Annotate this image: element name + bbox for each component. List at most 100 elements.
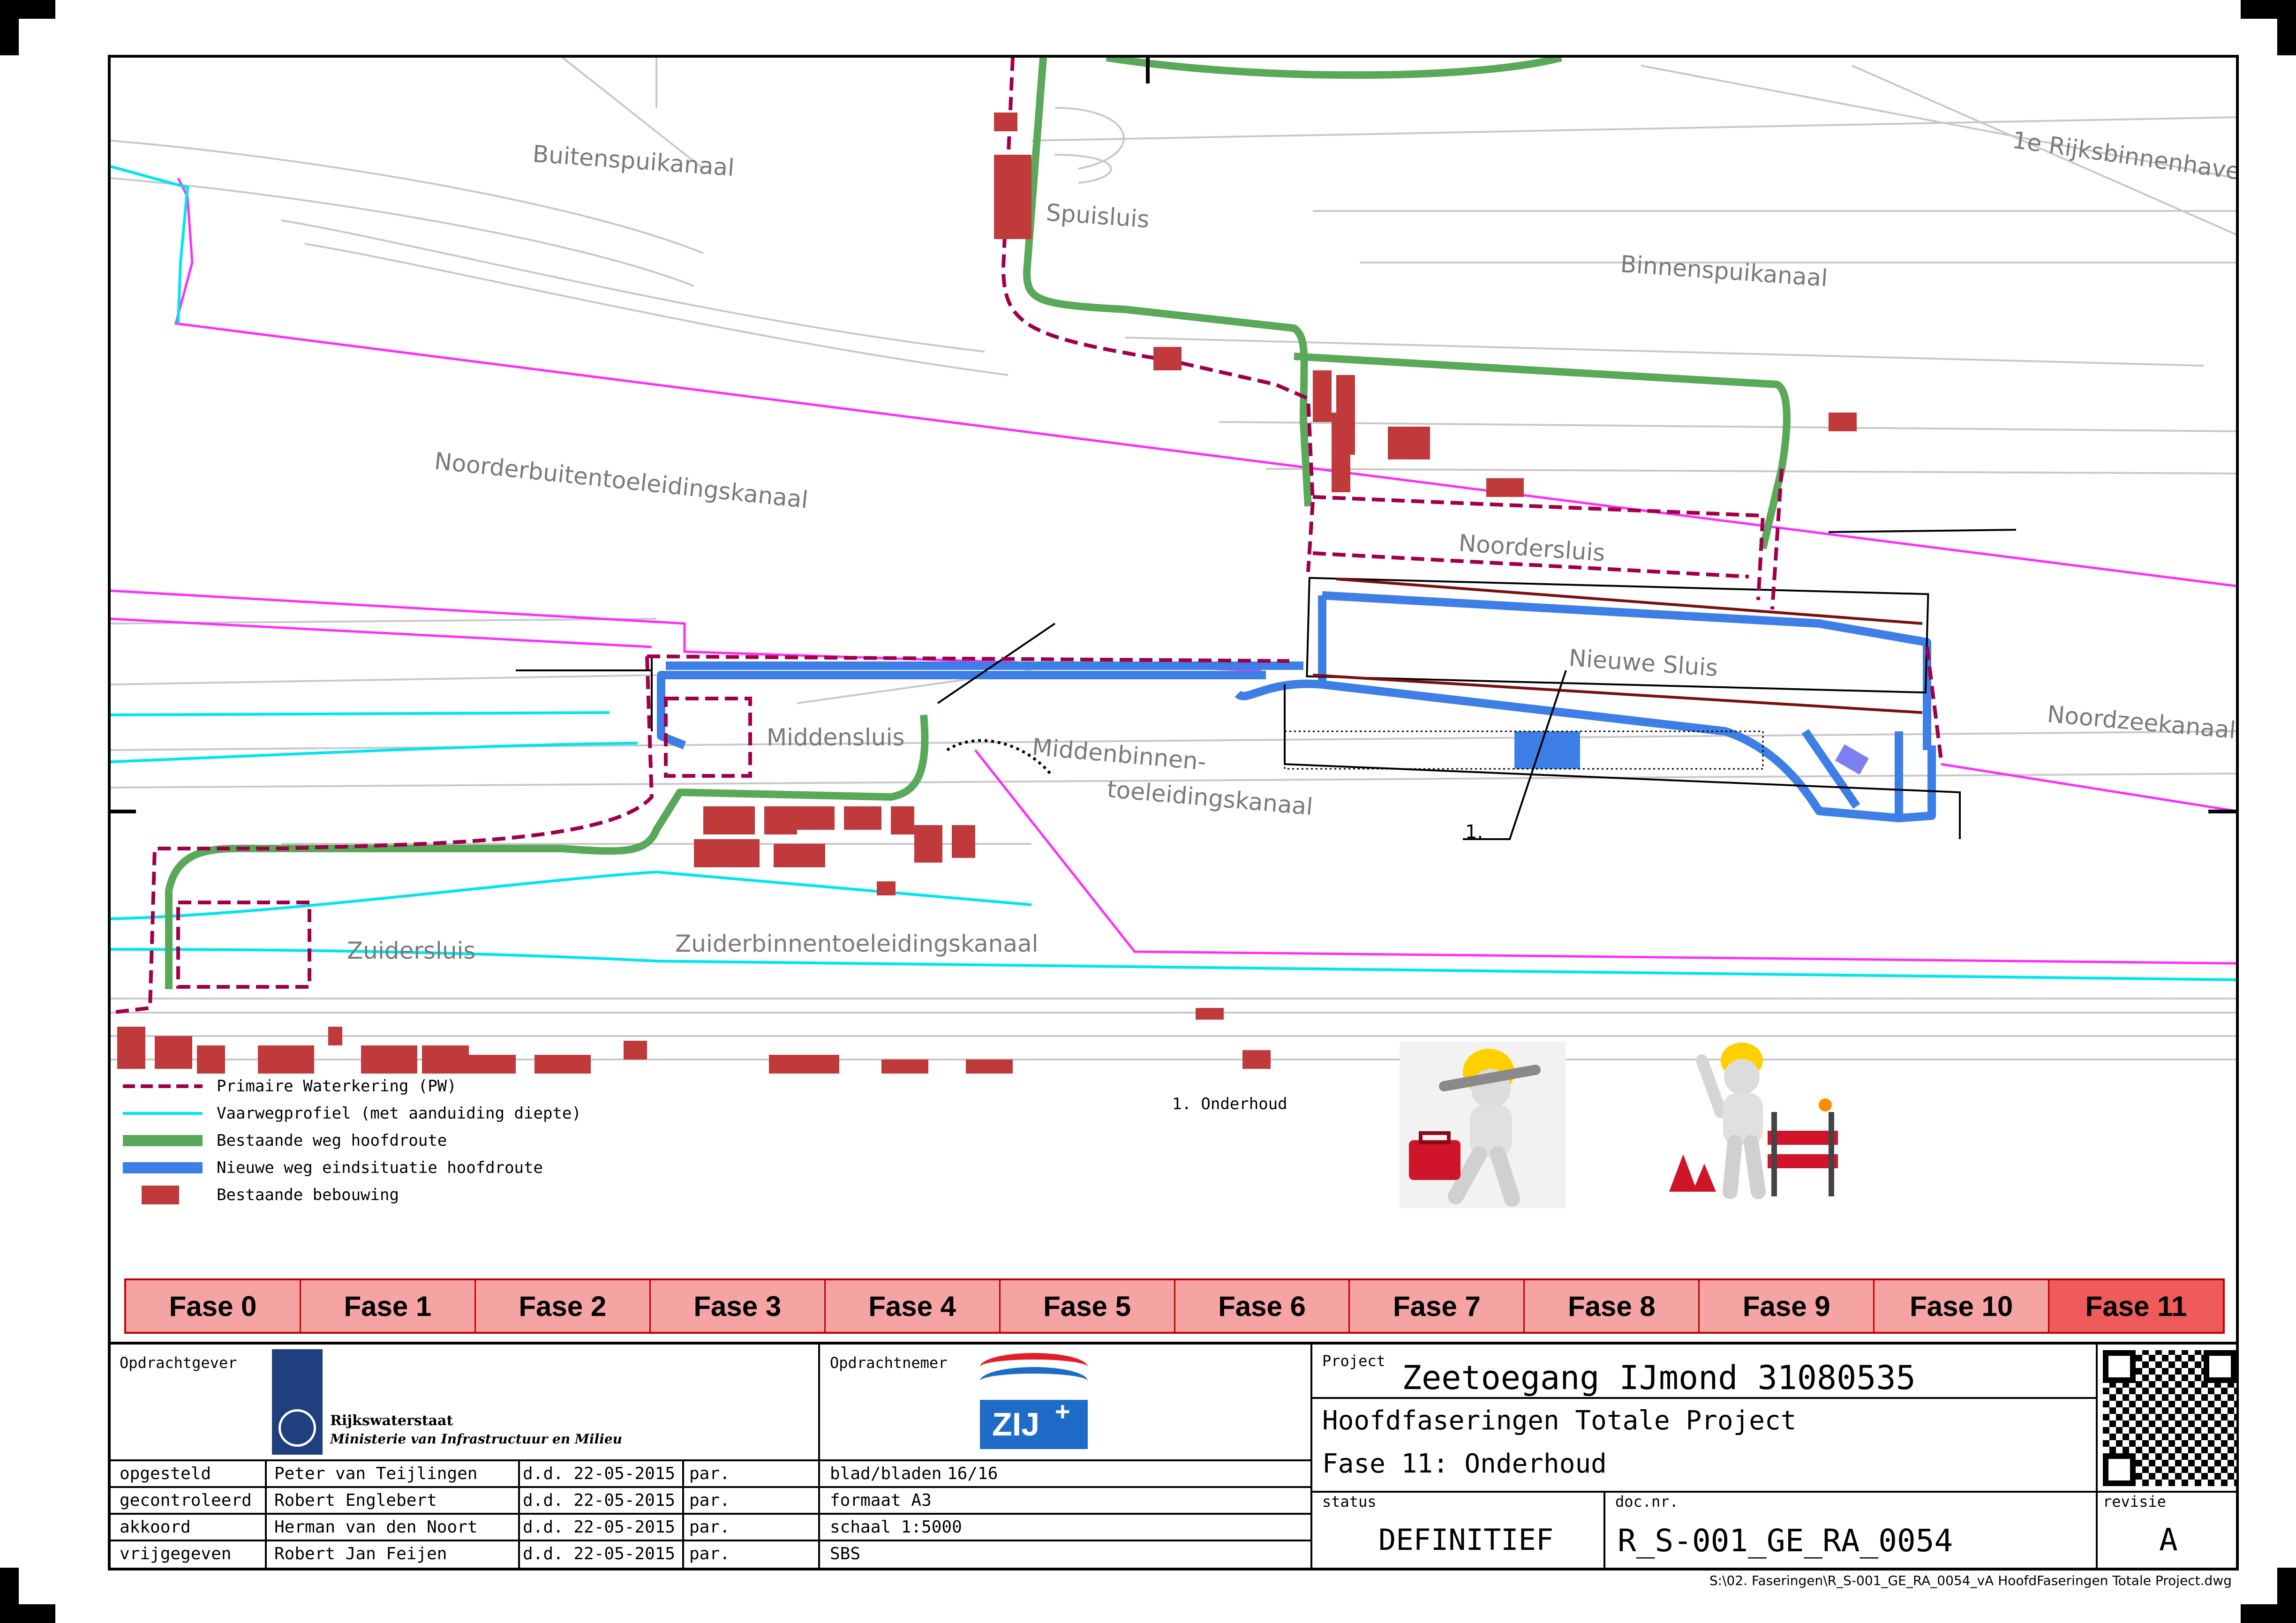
- qr-code: [2103, 1350, 2236, 1486]
- label-binnenspuikanaal: Binnenspuikanaal: [1619, 250, 1829, 292]
- blue-road-swatch: [123, 1162, 203, 1173]
- green-road-swatch: [123, 1135, 203, 1146]
- existing-road: [165, 58, 1791, 989]
- file-path: S:\02. Faseringen\R_S-001_GE_RA_0054_vA …: [1709, 1573, 2232, 1588]
- phase-tab-11-active[interactable]: Fase 11: [2049, 1280, 2223, 1332]
- status-value: DEFINITIEF: [1378, 1523, 1554, 1557]
- row-date: d.d. 22-05-2015: [523, 1544, 676, 1563]
- tb-divider: [265, 1459, 267, 1570]
- sheet-corner-tl-v: [0, 0, 19, 55]
- row-date: d.d. 22-05-2015: [523, 1464, 676, 1483]
- phase-tab-3[interactable]: Fase 3: [650, 1280, 826, 1332]
- title-block: Opdrachtgever Rijkswaterstaat Ministerie…: [108, 1342, 2239, 1570]
- tb-divider: [1310, 1397, 2096, 1399]
- dike-swatch: [123, 1084, 203, 1088]
- phase-tab-5[interactable]: Fase 5: [1000, 1280, 1175, 1332]
- legend-item-new-road: Nieuwe weg eindsituatie hoofdroute: [123, 1156, 543, 1180]
- row-name: Robert Englebert: [274, 1491, 437, 1510]
- qr-finder: [2204, 1350, 2236, 1383]
- tb-divider: [108, 1540, 1310, 1541]
- tb-divider: [108, 1459, 1310, 1461]
- status-label: status: [1322, 1493, 1377, 1510]
- sheet-corner-bl-v: [0, 1568, 19, 1623]
- client-logo-line1: Rijkswaterstaat: [330, 1413, 453, 1429]
- legend-label: Bestaande bebouwing: [217, 1186, 399, 1204]
- phase-tab-4[interactable]: Fase 4: [825, 1280, 1001, 1332]
- format-value: formaat A3: [830, 1491, 932, 1510]
- legend-note: 1. Onderhoud: [1172, 1095, 1287, 1113]
- tb-divider: [108, 1513, 1310, 1515]
- crown-icon: [279, 1409, 316, 1447]
- phase-tab-2[interactable]: Fase 2: [475, 1280, 651, 1332]
- sheet-corner-br-v: [2277, 1568, 2296, 1623]
- label-zuiderbinnentoeleidingskanaal: Zuiderbinnentoeleidingskanaal: [675, 930, 1039, 957]
- docnr-value: R_S-001_GE_RA_0054: [1618, 1523, 1953, 1559]
- legend-label: Primaire Waterkering (PW): [217, 1077, 457, 1096]
- row-par: par.: [689, 1518, 730, 1537]
- new-road-block-2: [1835, 744, 1869, 775]
- row-name: Robert Jan Feijen: [274, 1544, 447, 1563]
- worker-wrench-illustration: [1400, 1042, 1566, 1208]
- row-role: akkoord: [120, 1518, 191, 1537]
- project-name: Zeetoegang IJmond 31080535: [1402, 1359, 1916, 1397]
- sbs-value: SBS: [830, 1544, 861, 1563]
- row-par: par.: [689, 1464, 730, 1483]
- row-role: opgesteld: [120, 1464, 211, 1483]
- sheet-corner-tr-v: [2277, 0, 2296, 55]
- tb-divider: [518, 1459, 520, 1570]
- row-name: Peter van Teijlingen: [274, 1464, 478, 1483]
- row-par: par.: [689, 1544, 730, 1563]
- label-spuisluis: Spuisluis: [1045, 199, 1150, 233]
- background-linework: [111, 58, 2236, 1060]
- phase-tab-0[interactable]: Fase 0: [126, 1280, 301, 1332]
- tb-divider: [1603, 1491, 1605, 1570]
- row-date: d.d. 22-05-2015: [523, 1518, 676, 1537]
- qr-finder: [2103, 1350, 2136, 1383]
- new-road-block: [1514, 731, 1580, 769]
- phase-tab-10[interactable]: Fase 10: [1874, 1280, 2050, 1332]
- phase-tab-8[interactable]: Fase 8: [1525, 1280, 1700, 1332]
- phase-tab-9[interactable]: Fase 9: [1700, 1280, 1875, 1332]
- legend-item-buildings: Bestaande bebouwing: [123, 1183, 399, 1207]
- phase-tab-1[interactable]: Fase 1: [301, 1280, 476, 1332]
- legend-label: Vaarwegprofiel (met aanduiding diepte): [217, 1104, 581, 1123]
- phase-tab-7[interactable]: Fase 7: [1350, 1280, 1525, 1332]
- phase-tab-6[interactable]: Fase 6: [1175, 1280, 1350, 1332]
- client-label: Opdrachtgever: [120, 1354, 237, 1372]
- client-logo-line2: Ministerie van Infrastructuur en Milieu: [330, 1431, 622, 1447]
- legend-label: Bestaande weg hoofdroute: [217, 1131, 447, 1150]
- tb-divider: [108, 1486, 1310, 1488]
- tb-divider: [682, 1459, 684, 1570]
- row-role: vrijgegeven: [120, 1544, 232, 1563]
- label-middenbinnen-2: toeleidingskanaal: [1106, 775, 1314, 820]
- row-par: par.: [689, 1491, 730, 1510]
- label-buitenspuikanaal: Buitenspuikanaal: [532, 140, 735, 181]
- zij-logo: ZIJ +: [980, 1353, 1088, 1456]
- revisie-value: A: [2159, 1522, 2178, 1558]
- qr-finder: [2103, 1453, 2136, 1486]
- rijkswaterstaat-logo: Rijkswaterstaat Ministerie van Infrastru…: [272, 1349, 788, 1455]
- label-noordzeekanaal: Noordzeekanaal: [2046, 700, 2236, 744]
- legend-item-dike: Primaire Waterkering (PW): [123, 1074, 457, 1098]
- drawing-subtitle: Hoofdfaseringen Totale Project: [1322, 1405, 1797, 1436]
- contractor-label: Opdrachtnemer: [830, 1354, 948, 1372]
- label-nieuwe-sluis: Nieuwe Sluis: [1568, 644, 1719, 682]
- revisie-label: revisie: [2103, 1493, 2166, 1510]
- label-noorderbuitentoeleidingskanaal: Noorderbuitentoeleidingskanaal: [433, 447, 810, 513]
- tb-divider: [2096, 1345, 2098, 1570]
- row-name: Herman van den Noort: [274, 1518, 478, 1537]
- legend-item-fairway: Vaarwegprofiel (met aanduiding diepte): [123, 1102, 581, 1125]
- wave-icon: [980, 1367, 1088, 1395]
- zij-logo-text: ZIJ: [992, 1406, 1040, 1443]
- row-date: d.d. 22-05-2015: [523, 1491, 676, 1510]
- legend-item-existing-road: Bestaande weg hoofdroute: [123, 1129, 447, 1152]
- sheet-label: blad/bladen: [830, 1464, 942, 1483]
- worker-roadblock-illustration: [1669, 1043, 1838, 1199]
- phase-bar: Fase 0 Fase 1 Fase 2 Fase 3 Fase 4 Fase …: [124, 1278, 2225, 1334]
- label-rijksbinnenhaven: 1e Rijksbinnenhaven: [2010, 126, 2236, 187]
- scale-value: schaal 1:5000: [830, 1518, 962, 1537]
- building-swatch: [142, 1186, 179, 1204]
- sheet-value: 16/16: [947, 1464, 998, 1483]
- phase-title: Fase 11: Onderhoud: [1322, 1449, 1607, 1479]
- tb-divider: [1310, 1491, 2236, 1493]
